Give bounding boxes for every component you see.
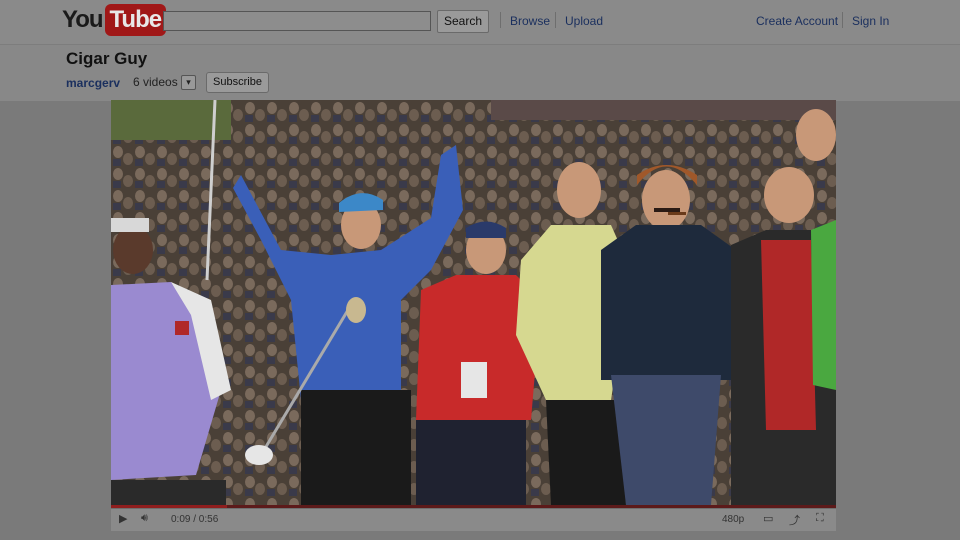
fullscreen-icon[interactable]: ⛶ [816,512,824,525]
logo-tube-text: Tube [104,4,167,36]
volume-icon[interactable]: 🔊︎ [141,512,148,525]
uploader-link[interactable]: marcgerv [66,76,120,90]
share-icon[interactable]: ⤴ [789,512,800,528]
video-still-image [111,100,836,505]
logo-you-text: You [62,6,104,33]
chevron-down-icon: ▾ [186,77,191,87]
player-controls: ▶ 🔊︎ 0:09 / 0:56 480p ▭ ⤴ ⛶ [111,508,836,531]
sign-in-link[interactable]: Sign In [852,14,889,28]
quality-selector[interactable]: 480p [722,514,744,525]
search-input[interactable] [163,11,431,31]
youtube-logo[interactable]: You Tube [62,3,167,37]
more-videos-dropdown[interactable]: ▾ [181,75,196,90]
upload-link[interactable]: Upload [565,14,603,28]
create-account-link[interactable]: Create Account [756,14,838,28]
subscribe-button[interactable]: Subscribe [206,72,269,93]
top-header: You Tube Search Browse Upload Create Acc… [0,0,960,44]
pop-out-icon[interactable]: ▭ [763,512,773,525]
video-title: Cigar Guy [66,49,148,68]
video-info-bar: Cigar Guy marcgerv 6 videos ▾ Subscribe [0,44,960,101]
play-icon[interactable]: ▶ [119,512,127,525]
divider [842,12,843,28]
video-count: 6 videos [133,75,178,89]
time-display: 0:09 / 0:56 [171,514,219,525]
divider [500,12,501,28]
video-frame[interactable] [111,100,836,505]
divider [555,12,556,28]
video-player: ▶ 🔊︎ 0:09 / 0:56 480p ▭ ⤴ ⛶ [111,100,836,531]
search-button[interactable]: Search [437,10,489,33]
browse-link[interactable]: Browse [510,14,550,28]
